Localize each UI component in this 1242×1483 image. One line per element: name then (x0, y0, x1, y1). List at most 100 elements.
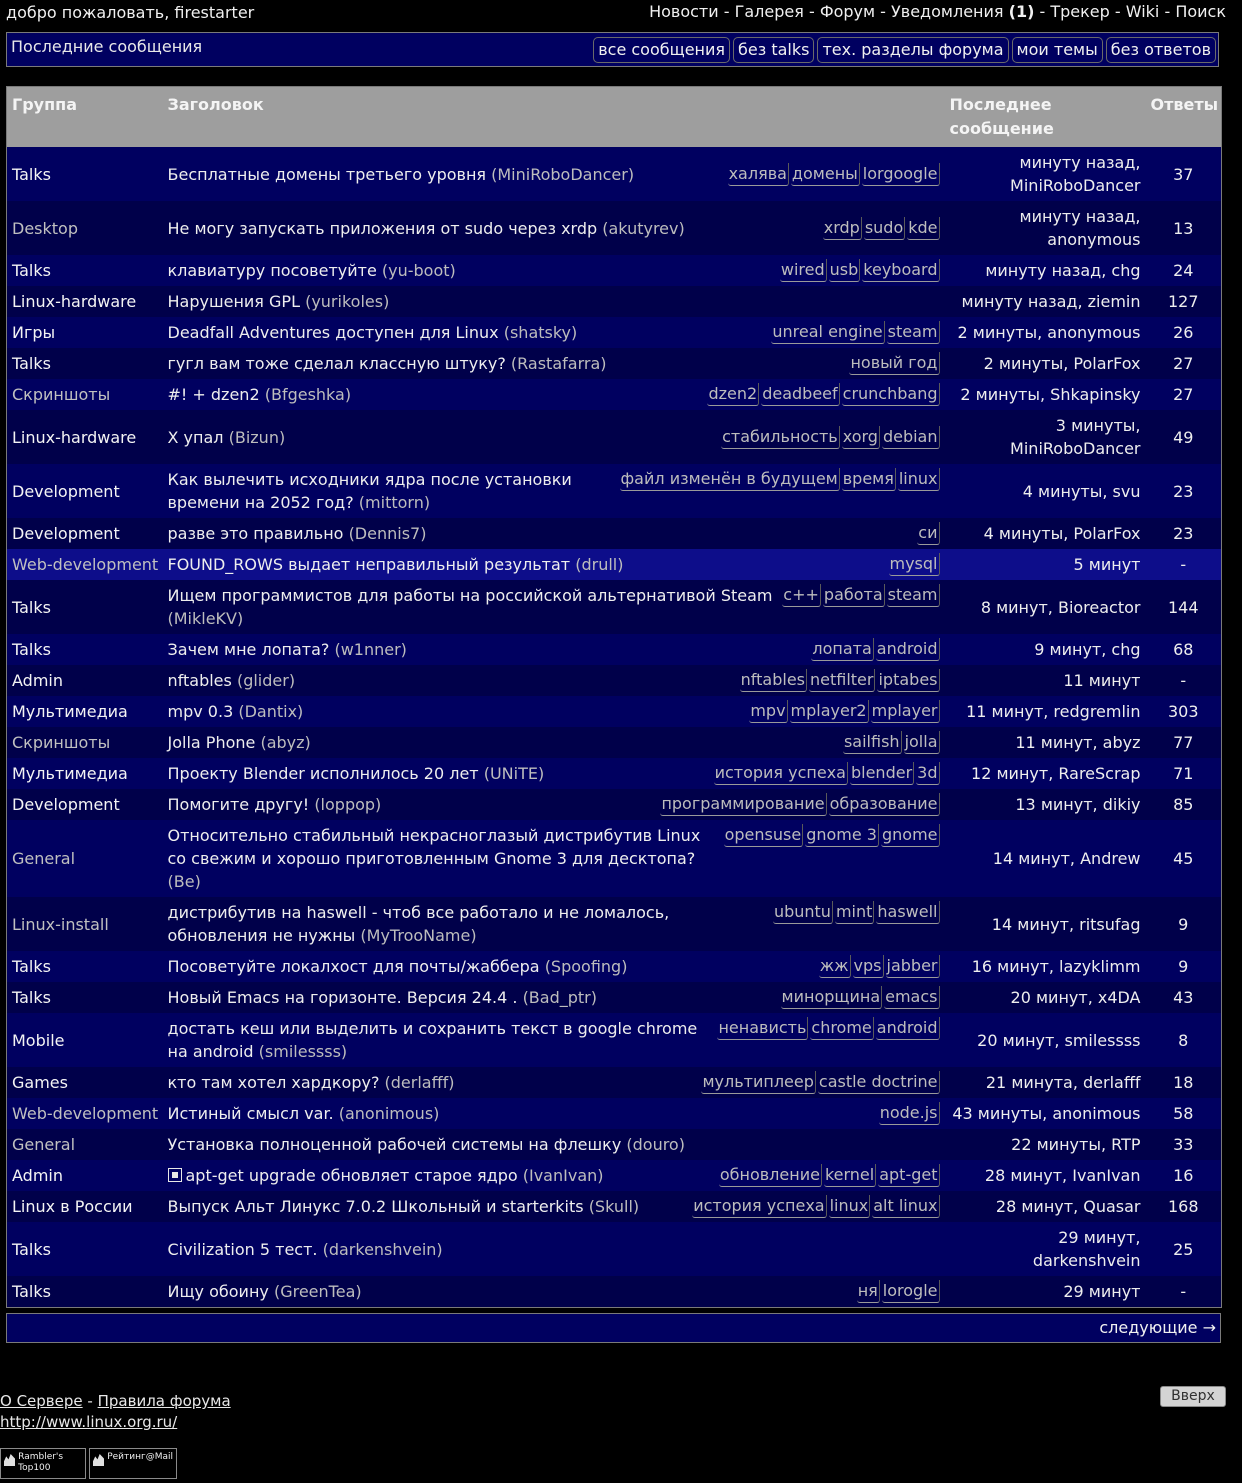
group-link[interactable]: General (6, 1129, 163, 1160)
scroll-to-top-button[interactable]: Вверх (1160, 1386, 1226, 1407)
tag-link[interactable]: gnome 3 (805, 824, 879, 847)
tag-link[interactable]: unreal engine (771, 321, 885, 344)
group-link[interactable]: Talks (6, 580, 163, 634)
last-message-link[interactable]: минуту назад, MiniRoboDancer (944, 147, 1146, 201)
tag-link[interactable]: мультиплеер (701, 1071, 816, 1094)
tag-link[interactable]: castle doctrine (817, 1071, 940, 1094)
last-message-link[interactable]: 3 минуты, MiniRoboDancer (944, 410, 1146, 464)
last-message-link[interactable]: 11 минут (944, 665, 1146, 696)
nav-forum[interactable]: Форум (820, 2, 875, 21)
topic-title-link[interactable]: Помогите другу! (168, 795, 310, 814)
group-link[interactable]: Development (6, 789, 163, 820)
tag-link[interactable]: steam (886, 584, 940, 607)
tag-link[interactable]: xrdp (822, 216, 862, 240)
tag-link[interactable]: deadbeef (761, 383, 840, 406)
nav-wiki[interactable]: Wiki (1126, 2, 1160, 21)
group-link[interactable]: Admin (6, 1160, 163, 1191)
nav-news[interactable]: Новости (649, 2, 719, 21)
tag-link[interactable]: dzen2 (707, 383, 760, 406)
tag-link[interactable]: apt-get (878, 1164, 940, 1187)
last-message-link[interactable]: 11 минут, redgremlin (944, 696, 1146, 727)
tag-link[interactable]: crunchbang (841, 383, 940, 406)
tag-link[interactable]: steam (886, 321, 940, 344)
last-message-link[interactable]: 2 минуты, anonymous (944, 317, 1146, 348)
topic-title-link[interactable]: #! + dzen2 (168, 385, 260, 404)
tag-link[interactable]: sudo (863, 216, 906, 240)
last-message-link[interactable]: 22 минуты, RTP (944, 1129, 1146, 1160)
topic-title-link[interactable]: Не могу запускать приложения от sudo чер… (168, 219, 598, 238)
last-message-link[interactable]: 43 минуты, anonimous (944, 1098, 1146, 1129)
last-message-link[interactable]: 9 минут, chg (944, 634, 1146, 665)
tag-link[interactable]: работа (822, 584, 885, 607)
tag-link[interactable]: минорщина (780, 986, 883, 1009)
last-message-link[interactable]: 12 минут, RareScrap (944, 758, 1146, 789)
tag-link[interactable]: vps (852, 955, 884, 978)
tag-link[interactable]: новый год (849, 352, 940, 375)
last-message-link[interactable]: 4 минуты, PolarFox (944, 518, 1146, 549)
tag-link[interactable]: usb (828, 259, 861, 282)
tag-link[interactable]: opensuse (723, 824, 804, 847)
tag-link[interactable]: домены (790, 162, 860, 186)
group-link[interactable]: Talks (6, 634, 163, 665)
last-message-link[interactable]: 28 минут, IvanIvan (944, 1160, 1146, 1191)
tag-link[interactable]: linux (828, 1195, 871, 1218)
tag-link[interactable]: lorogle (881, 1280, 940, 1303)
tag-link[interactable]: xorg (841, 425, 880, 449)
topic-title-link[interactable]: Ищем программистов для работы на российс… (168, 586, 773, 605)
group-link[interactable]: Mobile (6, 1013, 163, 1067)
group-link[interactable]: Web-development (6, 1098, 163, 1129)
tag-link[interactable]: linux (897, 468, 940, 491)
tag-link[interactable]: файл изменён в будущем (619, 468, 840, 491)
tag-link[interactable]: жж (818, 955, 851, 978)
topic-title-link[interactable]: X упал (168, 428, 224, 447)
tag-link[interactable]: лопата (811, 638, 874, 661)
topic-title-link[interactable]: Civilization 5 тест. (168, 1240, 318, 1259)
group-link[interactable]: Linux в России (6, 1191, 163, 1222)
tag-link[interactable]: android (875, 638, 940, 661)
tag-link[interactable]: время (841, 468, 896, 491)
group-link[interactable]: Talks (6, 255, 163, 286)
tag-link[interactable]: kde (907, 216, 940, 240)
tag-link[interactable]: история успеха (713, 762, 848, 785)
last-message-link[interactable]: 14 минут, Andrew (944, 820, 1146, 897)
last-message-link[interactable]: 4 минуты, svu (944, 464, 1146, 518)
tag-link[interactable]: emacs (884, 986, 940, 1009)
about-server-link[interactable]: О Сервере (0, 1392, 83, 1410)
nav-gallery[interactable]: Галерея (735, 2, 804, 21)
topic-title-link[interactable]: Зачем мне лопата? (168, 640, 330, 659)
last-message-link[interactable]: минуту назад, chg (944, 255, 1146, 286)
tag-link[interactable]: lorgoogle (861, 162, 940, 186)
tag-link[interactable]: mint (834, 901, 875, 924)
topic-title-link[interactable]: nftables (168, 671, 232, 690)
group-link[interactable]: Игры (6, 317, 163, 348)
last-message-link[interactable]: 20 минут, x4DA (944, 982, 1146, 1013)
last-message-link[interactable]: 5 минут (944, 549, 1146, 580)
topic-title-link[interactable]: apt-get upgrade обновляет старое ядро (186, 1166, 518, 1185)
group-link[interactable]: Talks (6, 348, 163, 379)
tag-link[interactable]: си (917, 522, 940, 545)
tag-link[interactable]: mplayer2 (789, 700, 869, 723)
group-link[interactable]: Talks (6, 147, 163, 201)
last-message-link[interactable]: 28 минут, Quasar (944, 1191, 1146, 1222)
topic-title-link[interactable]: гугл вам тоже сделал классную штуку? (168, 354, 506, 373)
tag-link[interactable]: kernel (823, 1164, 877, 1187)
tag-link[interactable]: jabber (885, 955, 940, 978)
topic-title-link[interactable]: Deadfall Adventures доступен для Linux (168, 323, 499, 342)
last-message-link[interactable]: 20 минут, smilessss (944, 1013, 1146, 1067)
tag-link[interactable]: mplayer (870, 700, 940, 723)
tag-link[interactable]: mysql (888, 553, 940, 576)
last-message-link[interactable]: 21 минута, derlafff (944, 1067, 1146, 1098)
tag-link[interactable]: обновление (718, 1164, 822, 1187)
tag-link[interactable]: haswell (876, 901, 940, 924)
topic-title-link[interactable]: Ищу обоину (168, 1282, 269, 1301)
group-link[interactable]: Linux-hardware (6, 410, 163, 464)
tag-link[interactable]: jolla (903, 731, 940, 754)
topic-title-link[interactable]: Новый Emacs на горизонте. Версия 24.4 . (168, 988, 518, 1007)
filter-all-messages-button[interactable]: все сообщения (593, 37, 731, 63)
group-link[interactable]: Скриншоты (6, 727, 163, 758)
nav-notifications[interactable]: Уведомления (891, 2, 1004, 21)
filter-tech-sections-button[interactable]: тех. разделы форума (817, 37, 1009, 63)
last-message-link[interactable]: минуту назад, anonymous (944, 201, 1146, 255)
mail-rating-counter[interactable]: Рейтинг@Mail (89, 1448, 177, 1479)
forum-rules-link[interactable]: Правила форума (98, 1392, 231, 1410)
